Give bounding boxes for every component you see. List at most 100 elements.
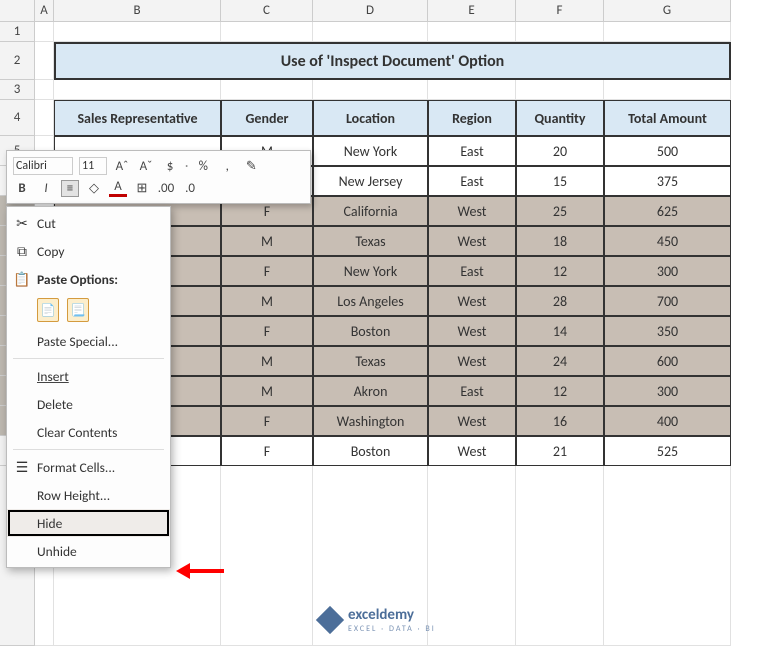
th-region[interactable]: Region xyxy=(428,100,516,136)
cell-total[interactable]: 525 xyxy=(604,436,731,466)
cell-location[interactable]: Boston xyxy=(313,316,428,346)
row-header-3[interactable]: 3 xyxy=(0,80,35,100)
cell-location[interactable]: New York xyxy=(313,136,428,166)
th-rep[interactable]: Sales Representative xyxy=(54,100,221,136)
fill-color-button[interactable]: ◇ xyxy=(85,181,103,196)
cell-total[interactable]: 600 xyxy=(604,346,731,376)
th-qty[interactable]: Quantity xyxy=(516,100,604,136)
cell-total[interactable]: 500 xyxy=(604,136,731,166)
cell-qty[interactable]: 12 xyxy=(516,376,604,406)
cell-gender[interactable]: F xyxy=(221,256,313,286)
cell-qty[interactable]: 20 xyxy=(516,136,604,166)
menu-format-cells[interactable]: ☰Format Cells... xyxy=(7,453,170,481)
cell-gender[interactable]: M xyxy=(221,286,313,316)
cell-gender[interactable]: F xyxy=(221,406,313,436)
menu-paste-special[interactable]: Paste Special... xyxy=(7,327,170,355)
cell-total[interactable]: 700 xyxy=(604,286,731,316)
th-gender[interactable]: Gender xyxy=(221,100,313,136)
menu-clear-contents[interactable]: Clear Contents xyxy=(7,418,170,446)
cell-qty[interactable]: 21 xyxy=(516,436,604,466)
decrease-decimal-button[interactable]: .0 xyxy=(181,181,199,196)
cell-location[interactable]: Texas xyxy=(313,346,428,376)
bold-button[interactable]: B xyxy=(13,181,31,196)
cell-region[interactable]: West xyxy=(428,226,516,256)
cell-qty[interactable]: 24 xyxy=(516,346,604,376)
cell-region[interactable]: East xyxy=(428,376,516,406)
cell-qty[interactable]: 25 xyxy=(516,196,604,226)
paste-values-icon[interactable]: 📃 xyxy=(67,298,89,322)
italic-button[interactable]: I xyxy=(37,181,55,196)
cell-qty[interactable]: 14 xyxy=(516,316,604,346)
cell-location[interactable]: Washington xyxy=(313,406,428,436)
cell-location[interactable]: Boston xyxy=(313,436,428,466)
paste-icon[interactable]: 📄 xyxy=(37,298,59,322)
cell-gender[interactable]: F xyxy=(221,316,313,346)
cell-qty[interactable]: 18 xyxy=(516,226,604,256)
cell-qty[interactable]: 12 xyxy=(516,256,604,286)
menu-cut[interactable]: ✂Cut xyxy=(7,209,170,237)
font-color-button[interactable]: A xyxy=(109,179,127,197)
cell-location[interactable]: Los Angeles xyxy=(313,286,428,316)
row-header-2[interactable]: 2 xyxy=(0,42,35,80)
col-C[interactable]: C xyxy=(221,0,313,21)
menu-unhide[interactable]: Unhide xyxy=(7,537,170,565)
format-painter-icon[interactable]: ✎ xyxy=(242,159,260,174)
border-button[interactable]: ⊞ xyxy=(133,181,151,196)
select-all-corner[interactable] xyxy=(0,0,35,21)
cell-gender[interactable]: F xyxy=(221,436,313,466)
col-E[interactable]: E xyxy=(428,0,516,21)
font-size[interactable]: 11 xyxy=(79,157,107,175)
col-A[interactable]: A xyxy=(35,0,54,21)
cell-region[interactable]: West xyxy=(428,286,516,316)
cell-gender[interactable]: M xyxy=(221,376,313,406)
row-header-1[interactable]: 1 xyxy=(0,22,35,42)
grow-font-button[interactable]: Aˆ xyxy=(113,159,131,174)
cell-gender[interactable]: M xyxy=(221,226,313,256)
menu-insert[interactable]: Insert xyxy=(7,362,170,390)
shrink-font-button[interactable]: Aˇ xyxy=(137,159,155,174)
cell-qty[interactable]: 16 xyxy=(516,406,604,436)
cell-total[interactable]: 300 xyxy=(604,256,731,286)
cell-qty[interactable]: 15 xyxy=(516,166,604,196)
row-header-4[interactable]: 4 xyxy=(0,100,35,136)
cell-total[interactable]: 375 xyxy=(604,166,731,196)
font-select[interactable]: Calibri xyxy=(13,157,73,175)
cell-location[interactable]: New Jersey xyxy=(313,166,428,196)
cell-total[interactable]: 350 xyxy=(604,316,731,346)
cell-gender[interactable]: M xyxy=(221,346,313,376)
cell-region[interactable]: East xyxy=(428,256,516,286)
comma-button[interactable]: , xyxy=(218,159,236,174)
cell-region[interactable]: West xyxy=(428,406,516,436)
cell-region[interactable]: West xyxy=(428,316,516,346)
col-F[interactable]: F xyxy=(516,0,604,21)
col-B[interactable]: B xyxy=(54,0,221,21)
cell-region[interactable]: West xyxy=(428,346,516,376)
cell-location[interactable]: Texas xyxy=(313,226,428,256)
th-location[interactable]: Location xyxy=(313,100,428,136)
cell-region[interactable]: East xyxy=(428,166,516,196)
menu-delete[interactable]: Delete xyxy=(7,390,170,418)
align-button[interactable]: ≡ xyxy=(61,180,79,197)
cell-qty[interactable]: 28 xyxy=(516,286,604,316)
cell-region[interactable]: West xyxy=(428,196,516,226)
menu-hide[interactable]: Hide xyxy=(7,509,170,537)
cell-region[interactable]: East xyxy=(428,136,516,166)
page-title[interactable]: Use of 'Inspect Document' Option xyxy=(54,42,731,80)
menu-row-height[interactable]: Row Height... xyxy=(7,481,170,509)
cell-total[interactable]: 400 xyxy=(604,406,731,436)
col-G[interactable]: G xyxy=(604,0,731,21)
th-total[interactable]: Total Amount xyxy=(604,100,731,136)
menu-copy[interactable]: ⧉Copy xyxy=(7,237,170,265)
currency-button[interactable]: $ xyxy=(161,159,179,174)
cell-total[interactable]: 625 xyxy=(604,196,731,226)
cell-location[interactable]: California xyxy=(313,196,428,226)
cell-location[interactable]: New York xyxy=(313,256,428,286)
cell-total[interactable]: 300 xyxy=(604,376,731,406)
increase-decimal-button[interactable]: .00 xyxy=(157,181,175,196)
percent-button[interactable]: % xyxy=(194,159,212,174)
cell-region[interactable]: West xyxy=(428,436,516,466)
cell-location[interactable]: Akron xyxy=(313,376,428,406)
col-D[interactable]: D xyxy=(313,0,428,21)
mini-toolbar[interactable]: Calibri 11 Aˆ Aˇ $ · % , ✎ B I ≡ ◇ A ⊞ .… xyxy=(6,150,311,204)
cell-total[interactable]: 450 xyxy=(604,226,731,256)
